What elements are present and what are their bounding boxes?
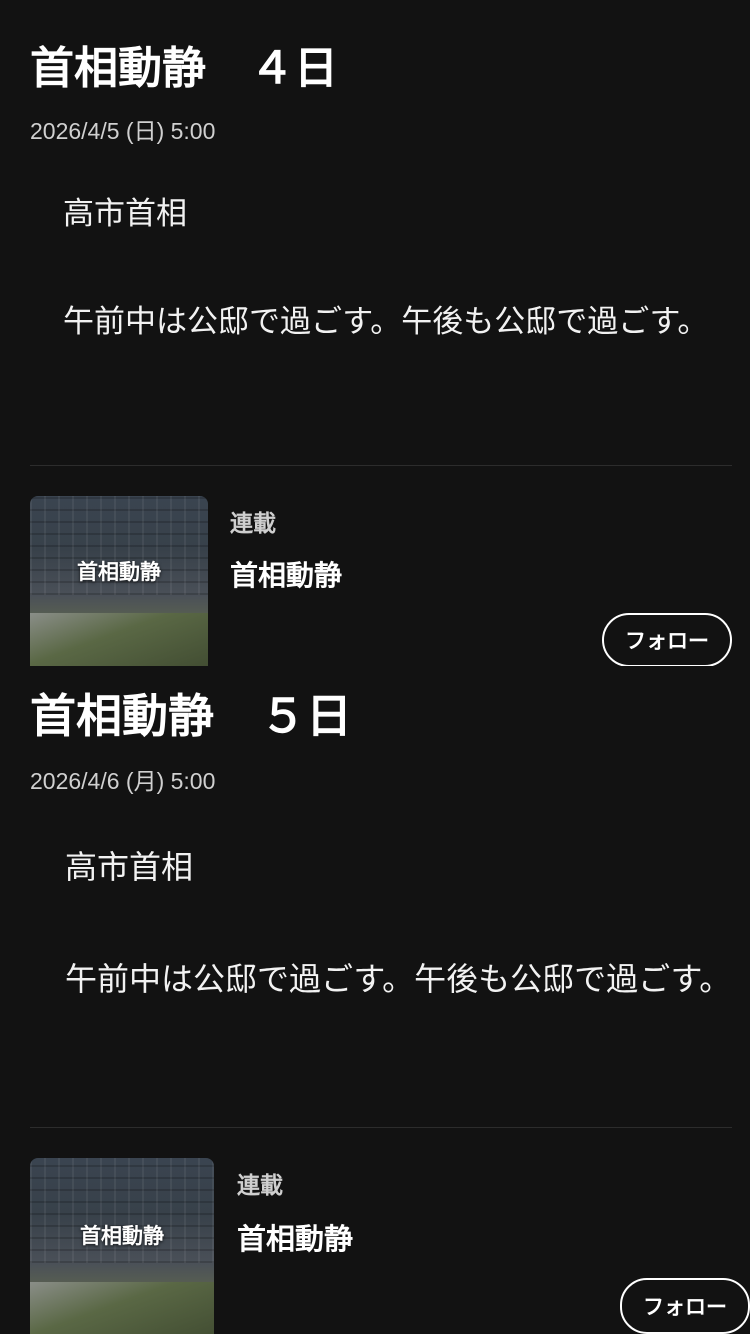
series-tag: 連載: [237, 1173, 283, 1199]
article-date: 2026/4/5 (日) 5:00: [30, 118, 216, 144]
article-title: 首相動静 ４日: [30, 43, 338, 94]
article-date: 2026/4/6 (月) 5:00: [30, 768, 216, 794]
series-name[interactable]: 首相動静: [230, 554, 342, 594]
series-tag: 連載: [230, 511, 276, 537]
follow-button[interactable]: フォロー: [620, 1278, 750, 1334]
plaza-image: [30, 1281, 214, 1334]
series-card[interactable]: 首相動静 連載 首相動静 フォロー: [0, 1158, 750, 1334]
follow-button[interactable]: フォロー: [602, 613, 732, 666]
article-paragraph: 午前中は公邸で過ごす。午後も公邸で過ごす。: [32, 304, 709, 340]
series-thumbnail[interactable]: 首相動静: [30, 1158, 214, 1334]
series-card[interactable]: 首相動静 連載 首相動静 フォロー: [0, 496, 750, 666]
thumbnail-label: 首相動静: [77, 560, 161, 584]
series-name[interactable]: 首相動静: [237, 1216, 353, 1258]
plaza-image: [30, 613, 208, 666]
divider: [30, 1127, 732, 1128]
thumbnail-label: 首相動静: [80, 1224, 164, 1248]
article-paragraph: 高市首相: [33, 848, 194, 886]
article-paragraph: 高市首相: [32, 196, 187, 232]
divider: [30, 465, 732, 466]
article-paragraph: 午前中は公邸で過ごす。午後も公邸で過ごす。: [33, 960, 732, 998]
series-thumbnail[interactable]: 首相動静: [30, 496, 208, 666]
article-title: 首相動静 ５日: [30, 689, 352, 743]
